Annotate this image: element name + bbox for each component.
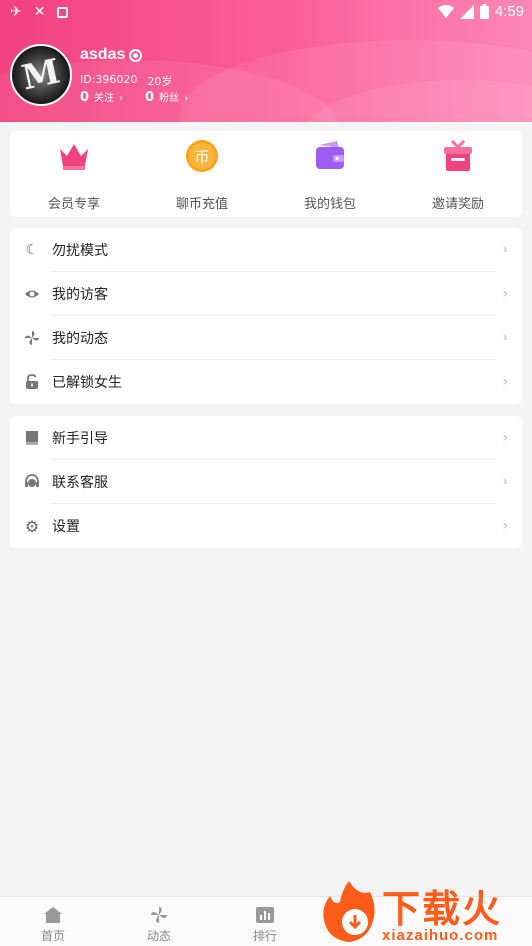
ranking-icon xyxy=(256,907,274,923)
avatar[interactable]: M xyxy=(10,44,72,106)
quick-actions-card: 会员专享 币 聊币充值 我的钱包 邀请奖励 xyxy=(10,131,522,217)
tab-label: 排行 xyxy=(252,929,277,943)
followers-stat[interactable]: 0 粉丝 › xyxy=(145,89,188,105)
username: asdas xyxy=(80,46,126,63)
wallet-icon xyxy=(316,141,344,169)
quick-action-label: 聊币充值 xyxy=(175,197,228,212)
gear-icon: ⚙ xyxy=(24,516,40,536)
chevron-right-icon: › xyxy=(502,430,508,446)
menu-item-label: 已解锁女生 xyxy=(52,375,122,391)
chevron-right-icon: › xyxy=(502,242,508,258)
tab-moments[interactable]: 动态 xyxy=(106,897,212,946)
menu-group-1: ☾ 勿扰模式 › 我的访客 › 我的动态 › 已解锁女生 › xyxy=(10,228,522,404)
tab-ranking[interactable]: 排行 xyxy=(212,897,318,946)
menu-item-label: 我的动态 xyxy=(52,331,108,347)
following-label: 关注 xyxy=(94,93,115,104)
chevron-right-icon: › xyxy=(502,518,508,534)
svg-text:币: 币 xyxy=(194,148,209,166)
menu-group-2: 新手引导 › 联系客服 › ⚙ 设置 › xyxy=(10,416,522,548)
menu-item-label: 勿扰模式 xyxy=(52,243,108,259)
followers-count: 0 xyxy=(145,90,155,105)
watermark-brand: 下载火 xyxy=(382,887,503,931)
status-bar: ✈ ✕ 4:59 xyxy=(0,0,532,24)
tab-label: 动态 xyxy=(146,929,171,943)
menu-item-customer-service[interactable]: 联系客服 › xyxy=(10,460,522,504)
moon-icon: ☾ xyxy=(25,242,39,258)
status-time: 4:59 xyxy=(494,3,524,20)
quick-action-label: 邀请奖励 xyxy=(431,197,484,212)
menu-item-settings[interactable]: ⚙ 设置 › xyxy=(10,504,522,548)
tab-home[interactable]: 首页 xyxy=(0,897,106,946)
menu-item-my-posts[interactable]: 我的动态 › xyxy=(10,316,522,360)
menu-item-do-not-disturb[interactable]: ☾ 勿扰模式 › xyxy=(10,228,522,272)
followers-label: 粉丝 xyxy=(159,93,180,104)
quick-action-label: 我的钱包 xyxy=(303,197,356,212)
menu-item-label: 我的访客 xyxy=(52,287,108,303)
coin-icon: 币 xyxy=(186,140,218,172)
tab-label: 首页 xyxy=(40,929,65,943)
menu-item-beginner-guide[interactable]: 新手引导 › xyxy=(10,416,522,460)
signal-icon xyxy=(459,4,474,19)
user-age: 20岁 xyxy=(147,75,173,88)
user-id-line: ID:396020 20岁 xyxy=(80,73,172,89)
chevron-right-icon: › xyxy=(502,286,508,302)
chevron-right-icon: › xyxy=(502,474,508,490)
edit-profile-icon[interactable] xyxy=(129,49,142,62)
following-count: 0 xyxy=(80,90,90,105)
quick-action-invite[interactable]: 邀请奖励 xyxy=(394,131,522,217)
airplane-icon: ✈ xyxy=(10,4,22,20)
unlock-icon xyxy=(26,374,38,389)
menu-item-label: 新手引导 xyxy=(52,431,108,447)
avatar-image: M xyxy=(18,51,64,99)
book-icon xyxy=(26,431,38,445)
profile-header: ✈ ✕ 4:59 M asdas ID:396020 20岁 0 关注 › 0 … xyxy=(0,0,532,122)
quick-action-vip[interactable]: 会员专享 xyxy=(10,131,138,217)
menu-item-label: 设置 xyxy=(52,519,80,535)
pinwheel-icon xyxy=(151,907,167,923)
watermark: 下载火 xiazaihuo.com xyxy=(314,876,532,946)
user-id: ID:396020 xyxy=(80,73,138,86)
watermark-url: xiazaihuo.com xyxy=(382,927,499,944)
chevron-right-icon: › xyxy=(119,93,124,104)
battery-icon xyxy=(479,4,489,19)
close-notification-icon: ✕ xyxy=(33,4,46,20)
crown-icon xyxy=(60,144,88,170)
headset-icon xyxy=(25,474,39,487)
app-notification-icon xyxy=(57,6,69,18)
gift-icon xyxy=(444,139,472,171)
follow-stats: 0 关注 › 0 粉丝 › xyxy=(80,89,188,105)
chevron-right-icon: › xyxy=(502,374,508,390)
pinwheel-icon xyxy=(25,331,39,345)
menu-item-unlocked-girls[interactable]: 已解锁女生 › xyxy=(10,360,522,404)
menu-item-visitors[interactable]: 我的访客 › xyxy=(10,272,522,316)
home-icon xyxy=(44,907,62,923)
chevron-right-icon: › xyxy=(184,93,189,104)
quick-action-recharge[interactable]: 币 聊币充值 xyxy=(138,131,266,217)
wifi-icon xyxy=(437,4,454,18)
chevron-right-icon: › xyxy=(502,330,508,346)
eye-icon xyxy=(25,290,39,298)
flame-logo xyxy=(323,881,375,942)
menu-item-label: 联系客服 xyxy=(52,475,108,491)
quick-action-wallet[interactable]: 我的钱包 xyxy=(266,131,394,217)
quick-action-label: 会员专享 xyxy=(47,197,100,212)
following-stat[interactable]: 0 关注 › xyxy=(80,89,123,105)
